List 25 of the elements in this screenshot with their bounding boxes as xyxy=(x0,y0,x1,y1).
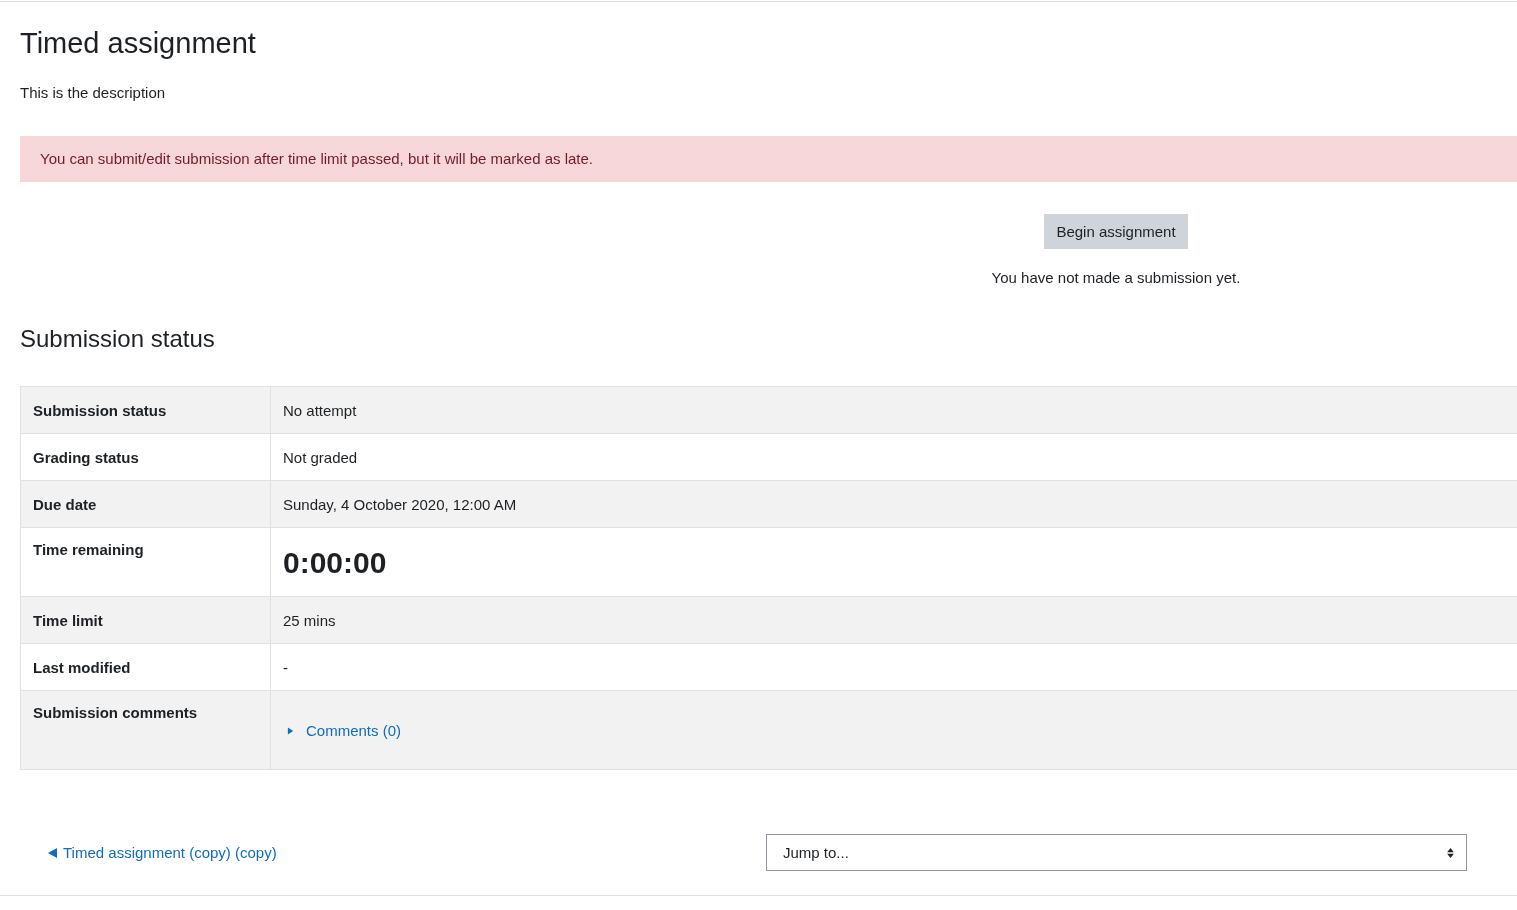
previous-activity-link[interactable]: Timed assignment (copy) (copy) xyxy=(48,844,277,861)
jump-to-select[interactable]: Jump to... xyxy=(766,834,1467,871)
page-title: Timed assignment xyxy=(20,26,257,60)
row-label: Due date xyxy=(21,481,271,527)
row-label: Grading status xyxy=(21,434,271,480)
timer-value: 0:00:00 xyxy=(283,545,387,581)
description-text: This is the description xyxy=(20,83,167,103)
begin-assignment-button[interactable]: Begin assignment xyxy=(1044,214,1188,249)
row-value: - xyxy=(283,659,288,676)
submission-note: You have not made a submission yet. xyxy=(991,268,1241,288)
row-label: Time limit xyxy=(21,597,271,643)
row-label: Submission comments xyxy=(21,691,271,769)
section-heading: Submission status xyxy=(20,324,216,354)
row-value: 25 mins xyxy=(283,612,336,629)
comments-link[interactable]: Comments (0) xyxy=(287,721,402,741)
row-label: Submission status xyxy=(21,387,271,433)
caret-right-icon xyxy=(287,726,294,736)
row-value: Sunday, 4 October 2020, 12:00 AM xyxy=(283,496,517,513)
row-value: No attempt xyxy=(283,402,357,419)
warning-alert: You can submit/edit submission after time limit passed, but it will be marked as late. xyxy=(20,136,1517,182)
row-label: Time remaining xyxy=(21,528,271,596)
triangle-left-icon xyxy=(48,847,57,858)
row-value: Not graded xyxy=(283,449,358,466)
up-down-arrows-icon xyxy=(1447,847,1454,858)
row-label: Last modified xyxy=(21,644,271,690)
